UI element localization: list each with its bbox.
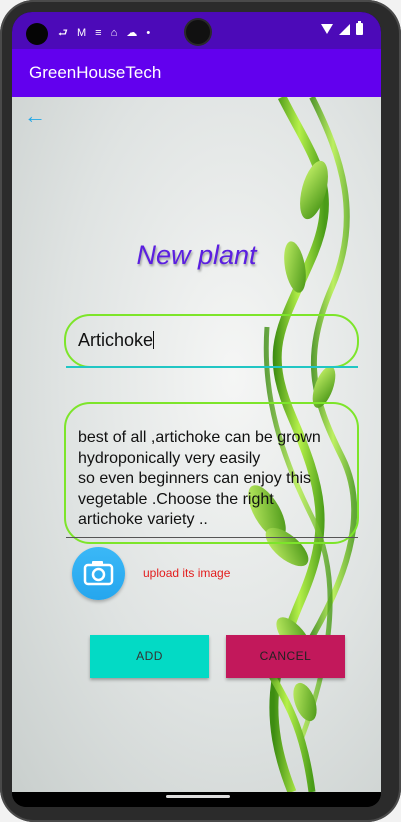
home-gesture-handle[interactable]: [166, 795, 230, 798]
status-icons-left: ⮐ M ≡ ⌂ ☁ •: [58, 27, 154, 39]
status-bar: ⮐ M ≡ ⌂ ☁ •: [12, 12, 381, 49]
description-underline: [66, 537, 358, 538]
description-input[interactable]: best of all ,artichoke can be grown hydr…: [78, 428, 358, 531]
camera-cutout: [26, 23, 48, 45]
page-title: New plant: [136, 240, 257, 270]
upload-image-button[interactable]: [72, 547, 125, 600]
battery-icon: [356, 21, 363, 35]
text-cursor: [153, 331, 155, 349]
wifi-icon: [321, 24, 333, 34]
plant-name-input[interactable]: Artichoke: [78, 330, 155, 351]
screen: ⮐ M ≡ ⌂ ☁ • GreenHouseTech ← New plant A…: [12, 12, 381, 807]
plant-name-field[interactable]: Artichoke: [64, 314, 359, 368]
front-camera: [186, 20, 210, 44]
cancel-button[interactable]: CANCEL: [226, 635, 345, 678]
back-arrow-icon[interactable]: ←: [24, 103, 46, 129]
add-button[interactable]: ADD: [90, 635, 209, 678]
phone-frame: ⮐ M ≡ ⌂ ☁ • GreenHouseTech ← New plant A…: [0, 0, 401, 822]
app-title: GreenHouseTech: [29, 63, 162, 82]
content-area: ← New plant Artichoke best of all ,artic…: [12, 97, 381, 792]
description-field[interactable]: best of all ,artichoke can be grown hydr…: [64, 402, 359, 544]
camera-icon: [83, 561, 114, 586]
app-bar: GreenHouseTech: [12, 49, 381, 97]
plant-name-underline: [66, 366, 358, 368]
navigation-bar: [12, 792, 381, 807]
upload-image-label: upload its image: [143, 566, 231, 580]
plant-name-value: Artichoke: [78, 330, 154, 350]
status-icons-right: [321, 21, 363, 35]
signal-icon: [339, 23, 350, 35]
